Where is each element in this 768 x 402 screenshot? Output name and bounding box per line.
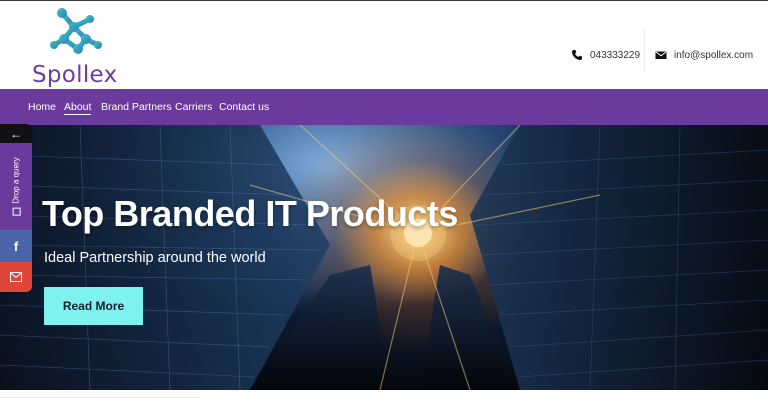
collapse-arrow-icon[interactable]: ← — [0, 124, 32, 143]
nav-item-home[interactable]: Home — [28, 101, 56, 113]
molecule-network-icon — [50, 8, 102, 54]
main-nav: Home About Brand Partners Carriers Conta… — [0, 89, 768, 125]
nav-item-contact-us[interactable]: Contact us — [219, 101, 269, 113]
logo[interactable]: Spollex — [32, 5, 122, 89]
hero-subtitle: Ideal Partnership around the world — [44, 250, 266, 266]
nav-item-brand-partners[interactable]: Brand Partners — [101, 101, 172, 113]
hero-title: Top Branded IT Products — [42, 193, 458, 234]
hero-banner: Top Branded IT Products Ideal Partnershi… — [0, 125, 768, 390]
header-phone[interactable]: 043333229 — [571, 49, 640, 61]
bottom-strip — [0, 390, 768, 402]
phone-number: 043333229 — [590, 49, 641, 61]
phone-icon — [571, 49, 583, 61]
drop-a-query-label: Drop a query — [11, 157, 21, 204]
drop-a-query-button[interactable]: Drop a query — [0, 143, 32, 230]
header-email[interactable]: info@spollex.com — [655, 49, 753, 61]
logo-text: Spollex — [32, 62, 118, 88]
facebook-icon[interactable]: f — [0, 230, 32, 262]
site-header: Spollex 043333229 info@spollex.com — [0, 1, 768, 89]
header-divider — [644, 29, 645, 73]
envelope-icon — [655, 49, 667, 61]
nav-item-about[interactable]: About — [64, 101, 92, 115]
email-address: info@spollex.com — [674, 49, 754, 61]
bottom-line — [0, 397, 200, 398]
envelope-icon — [10, 272, 22, 282]
mail-button[interactable] — [0, 262, 32, 292]
page: Spollex 043333229 info@spollex.com Home … — [0, 0, 768, 402]
edit-icon — [12, 207, 20, 216]
nav-item-carriers[interactable]: Carriers — [175, 101, 212, 113]
read-more-button[interactable]: Read More — [44, 287, 143, 325]
